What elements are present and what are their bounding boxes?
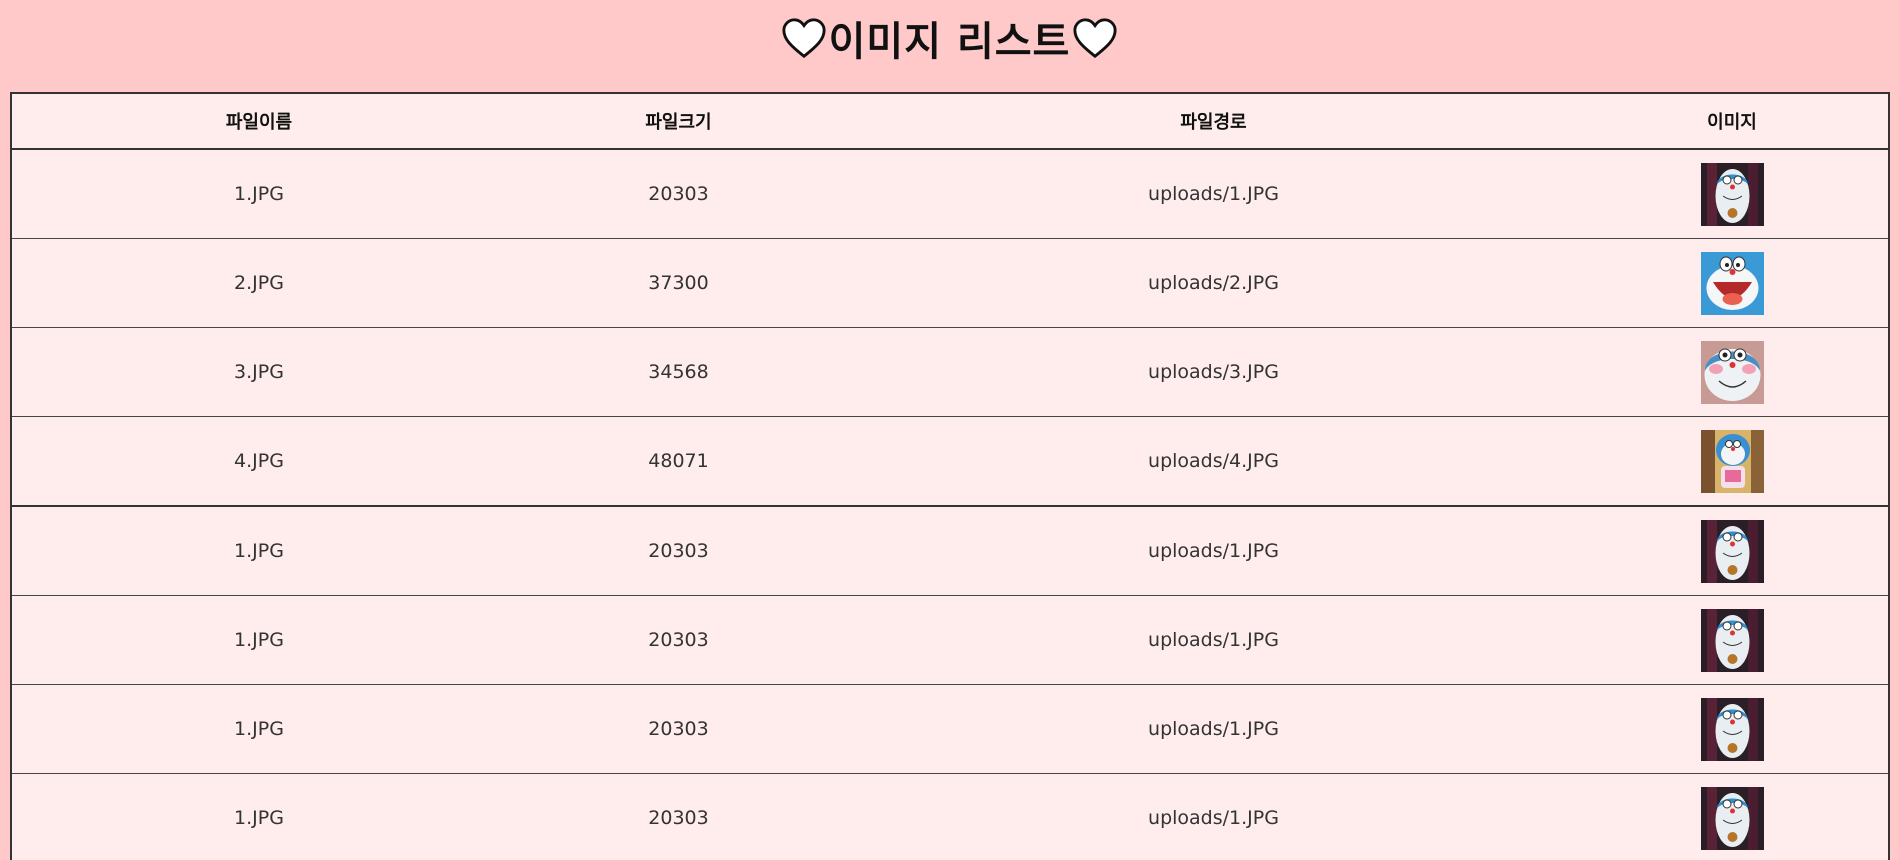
image-list-table: 파일이름 파일크기 파일경로 이미지 1.JPG 20303 uploads/1…: [10, 92, 1890, 860]
doraemon-standing-thumbnail-icon[interactable]: [1700, 786, 1764, 850]
file-name-cell: 1.JPG: [234, 807, 284, 829]
doraemon-standing-thumbnail-icon[interactable]: [1700, 608, 1764, 672]
file-size-cell: 20303: [506, 684, 851, 774]
image-cell: [1576, 327, 1889, 417]
table-row: 1.JPG 20303 uploads/1.JPG: [11, 684, 1889, 774]
file-size-cell: 37300: [506, 238, 851, 328]
doraemon-standing-thumbnail-icon[interactable]: [1700, 519, 1764, 583]
image-cell: [1576, 505, 1889, 596]
file-size-cell: 48071: [506, 416, 851, 507]
file-name-cell: 1.JPG: [11, 684, 506, 774]
column-header-filepath: 파일경로: [851, 93, 1576, 150]
page: 이미지 리스트 파일이름 파일크기 파일경로 이미지 1.JPG 20303 u…: [0, 0, 1899, 860]
column-header-filename: 파일이름: [11, 93, 506, 150]
file-name-cell: 1.JPG: [11, 149, 506, 239]
file-name-cell: 2.JPG: [11, 238, 506, 328]
file-name-cell: 1.JPG: [11, 595, 506, 685]
image-cell: [1576, 238, 1889, 328]
file-path-cell: uploads/1.JPG: [1148, 807, 1279, 829]
table-row: 4.JPG 48071 uploads/4.JPG: [11, 416, 1889, 507]
page-title: 이미지 리스트: [0, 10, 1899, 66]
column-header-image: 이미지: [1576, 93, 1889, 150]
image-cell: [1576, 149, 1889, 239]
table-row: 1.JPG 20303 uploads/1.JPG: [11, 505, 1889, 596]
image-cell: [1576, 595, 1889, 685]
column-header-filesize: 파일크기: [506, 93, 851, 150]
file-size-cell: 34568: [506, 327, 851, 417]
file-path-cell: uploads/2.JPG: [851, 238, 1576, 328]
doraemon-blushing-thumbnail-icon[interactable]: [1700, 340, 1764, 404]
file-path-cell: uploads/1.JPG: [851, 149, 1576, 239]
table-row: 2.JPG 37300 uploads/2.JPG: [11, 238, 1889, 328]
doraemon-holding-cup-thumbnail-icon[interactable]: [1700, 429, 1764, 493]
file-path-cell: uploads/1.JPG: [851, 505, 1576, 596]
heart-icon: [1072, 16, 1118, 60]
file-name-cell: 4.JPG: [11, 416, 506, 507]
file-path-cell: uploads/4.JPG: [851, 416, 1576, 507]
file-size-cell: 20303: [506, 505, 851, 596]
file-path-cell: uploads/1.JPG: [851, 595, 1576, 685]
page-title-text: 이미지 리스트: [828, 19, 1071, 65]
file-name-cell: 3.JPG: [11, 327, 506, 417]
doraemon-laughing-thumbnail-icon[interactable]: [1700, 251, 1764, 315]
table-row: 1.JPG 20303 uploads/1.JPG: [11, 774, 1889, 860]
file-path-cell: uploads/1.JPG: [851, 684, 1576, 774]
file-size-cell: 20303: [506, 149, 851, 239]
doraemon-standing-thumbnail-icon[interactable]: [1700, 697, 1764, 761]
table-row: 1.JPG 20303 uploads/1.JPG: [11, 595, 1889, 685]
file-path-cell: uploads/3.JPG: [851, 327, 1576, 417]
doraemon-standing-thumbnail-icon[interactable]: [1700, 162, 1764, 226]
table-row: 3.JPG 34568 uploads/3.JPG: [11, 327, 1889, 417]
image-cell: [1576, 416, 1889, 507]
file-size-cell: 20303: [506, 595, 851, 685]
table-row: 1.JPG 20303 uploads/1.JPG: [11, 149, 1889, 239]
image-cell: [1576, 684, 1889, 774]
file-name-cell: 1.JPG: [11, 505, 506, 596]
image-cell: [1576, 774, 1889, 860]
table-header-row: 파일이름 파일크기 파일경로 이미지: [11, 93, 1889, 150]
file-size-cell: 20303: [648, 807, 709, 829]
heart-icon: [781, 16, 827, 60]
